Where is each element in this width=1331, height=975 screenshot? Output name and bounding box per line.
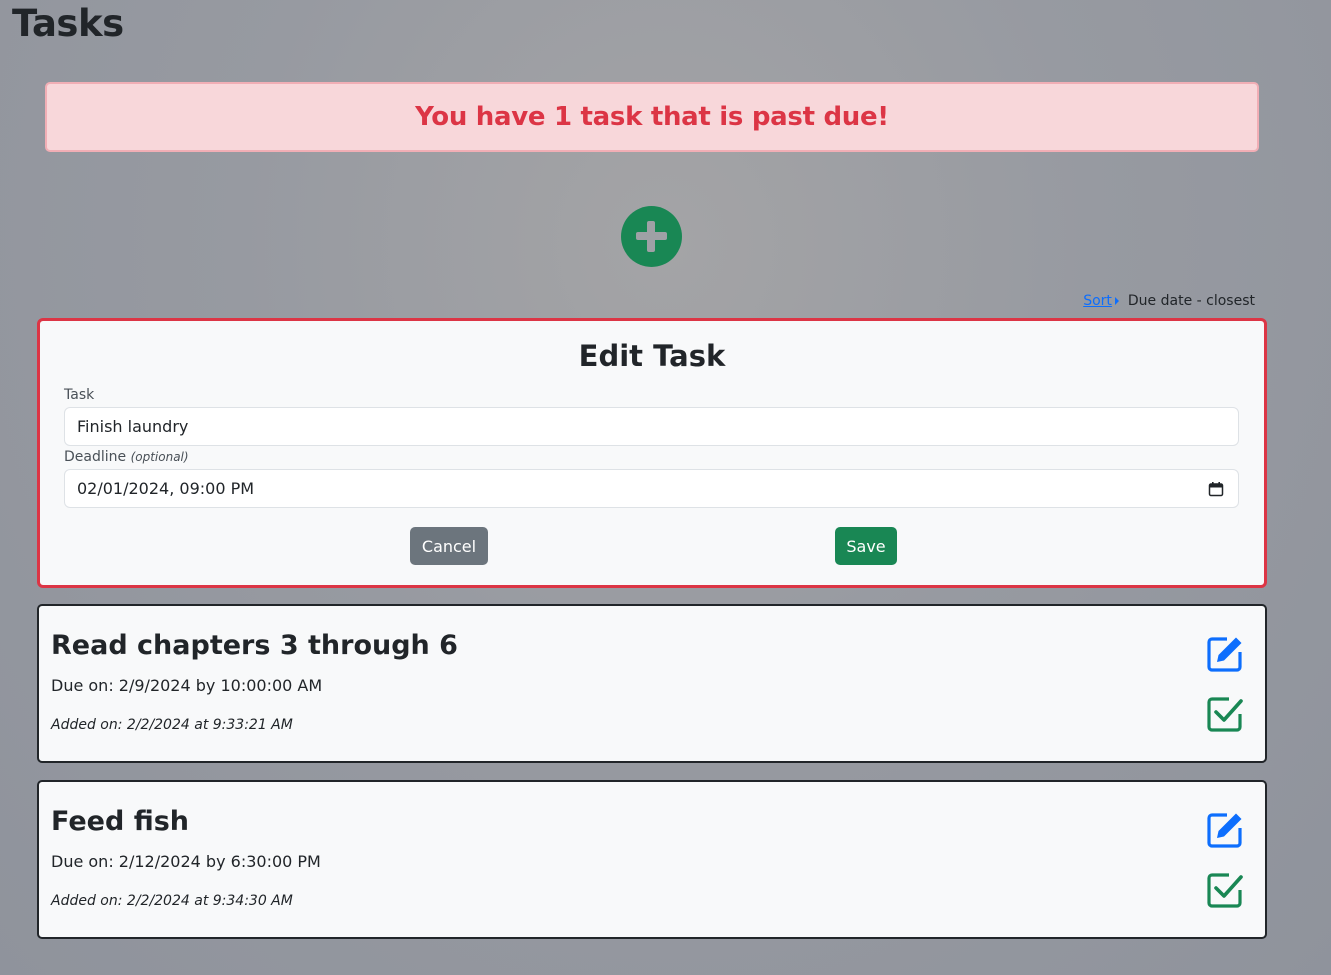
- page-title: Tasks: [12, 2, 124, 45]
- sort-value: Due date - closest: [1127, 293, 1255, 309]
- pencil-square-icon[interactable]: [1205, 810, 1245, 850]
- save-button[interactable]: Save: [835, 527, 897, 565]
- sort-link[interactable]: Sort: [1083, 293, 1112, 309]
- task-input[interactable]: Finish laundry: [64, 407, 1239, 446]
- deadline-input[interactable]: 02/01/2024, 09:00 PM: [64, 469, 1239, 508]
- past-due-alert: You have 1 task that is past due!: [45, 82, 1259, 152]
- check-square-icon[interactable]: [1205, 694, 1245, 734]
- task-card: Feed fish Due on: 2/12/2024 by 6:30:00 P…: [37, 780, 1267, 939]
- deadline-hint: (optional): [130, 450, 189, 464]
- pencil-square-icon[interactable]: [1205, 634, 1245, 674]
- edit-task-heading: Edit Task: [578, 339, 726, 373]
- task-card: Read chapters 3 through 6 Due on: 2/9/20…: [37, 604, 1267, 763]
- sort-control: Sort Due date - closest: [1083, 293, 1255, 309]
- task-title: Read chapters 3 through 6: [51, 630, 458, 661]
- task-title: Feed fish: [51, 806, 190, 837]
- task-added-date: Added on: 2/2/2024 at 9:33:21 AM: [51, 717, 293, 733]
- past-due-alert-message: You have 1 task that is past due!: [415, 102, 889, 132]
- edit-task-card: Edit Task Task Finish laundry Deadline (…: [37, 318, 1267, 588]
- deadline-field-label: Deadline (optional): [64, 449, 189, 465]
- check-square-icon[interactable]: [1205, 870, 1245, 910]
- task-added-date: Added on: 2/2/2024 at 9:34:30 AM: [51, 893, 293, 909]
- task-due-date: Due on: 2/9/2024 by 10:00:00 AM: [51, 676, 323, 695]
- caret-right-icon[interactable]: [1114, 297, 1119, 305]
- calendar-icon[interactable]: [1208, 481, 1224, 497]
- add-task-button[interactable]: [621, 206, 682, 267]
- cancel-button[interactable]: Cancel: [410, 527, 488, 565]
- task-field-label: Task: [64, 387, 95, 403]
- task-due-date: Due on: 2/12/2024 by 6:30:00 PM: [51, 852, 321, 871]
